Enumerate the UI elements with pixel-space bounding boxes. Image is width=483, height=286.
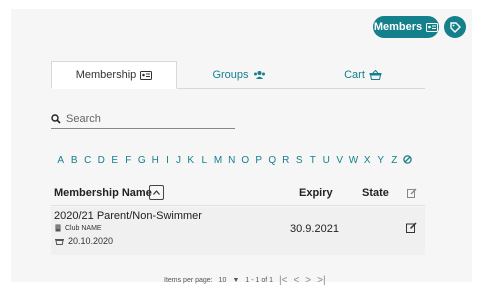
tab-cart-label: Cart [344, 68, 365, 81]
letter-filter-q[interactable]: Q [266, 155, 280, 167]
purchase-date-value: 20.10.2020 [68, 236, 114, 246]
letter-filter-o[interactable]: O [239, 155, 253, 167]
letter-filter-u[interactable]: U [320, 155, 334, 167]
letter-filter-b[interactable]: B [68, 155, 82, 167]
tab-bar: Membership Groups Cart [51, 61, 425, 89]
clear-filter-icon[interactable] [401, 155, 414, 167]
letter-filter-p[interactable]: P [252, 155, 266, 167]
letter-filter-r[interactable]: R [279, 155, 293, 167]
users-icon [253, 70, 265, 79]
tab-membership-label: Membership [75, 69, 137, 81]
tab-cart[interactable]: Cart [301, 61, 425, 88]
chevron-up-icon [153, 190, 160, 195]
tag-icon [449, 21, 461, 33]
search-field [51, 110, 235, 129]
letter-filter-x[interactable]: X [361, 155, 375, 167]
tab-membership[interactable]: Membership [51, 61, 177, 89]
purchase-date: 20.10.2020 [55, 236, 113, 246]
letter-filter-v[interactable]: V [333, 155, 347, 167]
letter-filter-y[interactable]: Y [374, 155, 388, 167]
expiry-value: 30.9.2021 [290, 223, 339, 235]
letter-filter-t[interactable]: T [306, 155, 320, 167]
id-card-icon [140, 70, 153, 80]
club-info: Club NAME [55, 224, 102, 232]
letter-filter-g[interactable]: G [135, 155, 149, 167]
items-per-page-label: Items per page: [164, 277, 213, 284]
tab-groups[interactable]: Groups [177, 61, 301, 88]
letter-filter-e[interactable]: E [108, 155, 122, 167]
prev-page-icon[interactable]: < [293, 275, 299, 286]
header-membership-name: Membership Name [54, 187, 152, 199]
tag-button[interactable] [444, 16, 466, 38]
letter-filter-m[interactable]: M [211, 155, 225, 167]
letter-filter-s[interactable]: S [293, 155, 307, 167]
letter-filter-h[interactable]: H [149, 155, 163, 167]
letter-filter-f[interactable]: F [122, 155, 136, 167]
members-button[interactable]: Members [373, 16, 439, 38]
first-page-icon[interactable]: |< [279, 275, 287, 286]
letter-filter-l[interactable]: L [198, 155, 212, 167]
tab-groups-label: Groups [212, 68, 249, 81]
items-per-page-select[interactable]: 10 [219, 277, 227, 284]
members-label: Members [373, 21, 423, 33]
search-icon [51, 114, 61, 124]
letter-filter-n[interactable]: N [225, 155, 239, 167]
building-icon [55, 224, 61, 232]
last-page-icon[interactable]: >| [317, 275, 325, 286]
next-page-icon[interactable]: > [305, 275, 311, 286]
chevron-down-icon: ▼ [232, 277, 240, 284]
membership-name: 2020/21 Parent/Non-Swimmer [54, 210, 202, 222]
edit-icon[interactable] [406, 222, 417, 233]
paginator: Items per page: 10 ▼ 1 - 1 of 1 |< < > >… [164, 275, 326, 286]
letter-filter-d[interactable]: D [95, 155, 109, 167]
letter-filter-k[interactable]: K [184, 155, 198, 167]
letter-filter-z[interactable]: Z [388, 155, 402, 167]
header-state: State [362, 187, 389, 199]
club-name: Club NAME [65, 224, 102, 232]
edit-icon[interactable] [407, 188, 417, 198]
letter-filter-i[interactable]: I [162, 155, 173, 167]
alphabet-filter: ABCDEFGHIJKLMNOPQRSTUVWXYZ [54, 155, 414, 167]
letter-filter-w[interactable]: W [347, 155, 361, 167]
sort-toggle-button[interactable] [149, 185, 164, 200]
table-row[interactable]: 2020/21 Parent/Non-Swimmer Club NAME 20.… [51, 207, 425, 255]
basket-icon [55, 239, 64, 245]
letter-filter-a[interactable]: A [54, 155, 68, 167]
table-header: Membership Name Expiry State [51, 183, 425, 206]
letter-filter-j[interactable]: J [173, 155, 184, 167]
letter-filter-c[interactable]: C [81, 155, 95, 167]
page-range: 1 - 1 of 1 [245, 277, 274, 284]
basket-icon [369, 69, 382, 80]
id-card-icon [426, 22, 439, 32]
search-input[interactable] [66, 113, 226, 125]
header-expiry: Expiry [299, 187, 333, 199]
